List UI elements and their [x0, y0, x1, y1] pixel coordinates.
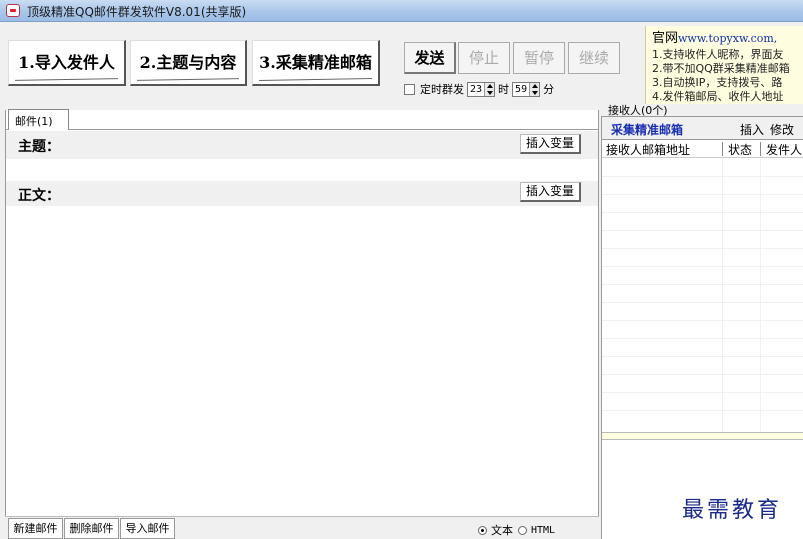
- import-sender-button[interactable]: 1.导入发件人: [8, 40, 126, 86]
- import-mail-button[interactable]: 导入邮件: [120, 518, 175, 539]
- hour-unit: 时: [498, 83, 510, 96]
- insert-variable-subject-button[interactable]: 插入变量: [520, 134, 581, 154]
- scheduled-send-checkbox[interactable]: [404, 83, 415, 95]
- info-line: 4.发件箱邮局、收件人地址: [652, 90, 784, 103]
- website-label: 官网: [652, 31, 679, 46]
- app-icon: [6, 4, 20, 17]
- radio-html[interactable]: [518, 525, 527, 535]
- spin-arrows-icon[interactable]: [529, 82, 540, 96]
- grid-row: [602, 248, 803, 249]
- recipients-table[interactable]: 接收人邮箱地址 状态 发件人: [602, 139, 803, 432]
- column-header-sender[interactable]: 发件人: [766, 141, 802, 158]
- column-header-email[interactable]: 接收人邮箱地址: [606, 141, 690, 158]
- grid-row: [602, 302, 803, 303]
- minute-stepper[interactable]: 59: [512, 81, 541, 97]
- column-divider[interactable]: [760, 142, 761, 156]
- grid-column: [760, 158, 761, 432]
- hour-stepper[interactable]: 23: [467, 81, 496, 97]
- grid-row: [602, 194, 803, 195]
- watermark-text: 最需教育: [682, 498, 783, 523]
- radio-html-label: HTML: [531, 524, 556, 536]
- grid-row: [602, 374, 803, 375]
- grid-row: [602, 230, 803, 231]
- grid-row: [602, 284, 803, 285]
- grid-row: [602, 410, 803, 411]
- table-header: 接收人邮箱地址 状态 发件人: [602, 140, 803, 158]
- body-label: 正文：: [18, 188, 60, 204]
- scheduled-send-row: 定时群发 23 时 59 分: [404, 81, 554, 97]
- status-bar: [602, 432, 803, 440]
- grid-row: [602, 356, 803, 357]
- minute-value: 59: [515, 83, 528, 95]
- collect-email-link[interactable]: 采集精准邮箱: [611, 121, 683, 138]
- resume-button[interactable]: 继续: [568, 42, 620, 74]
- grid-row: [602, 176, 803, 177]
- log-area: [602, 440, 803, 539]
- recipients-actions: 插入 修改: [740, 121, 800, 138]
- grid-row: [602, 266, 803, 267]
- subject-input[interactable]: [6, 159, 598, 181]
- grid-row: [602, 392, 803, 393]
- body-row: 正文： 插入变量: [6, 181, 598, 206]
- divider: [5, 129, 599, 130]
- send-button[interactable]: 发送: [404, 42, 456, 74]
- format-radio-group: 文本 HTML: [478, 522, 555, 538]
- recipients-title: 接收人(0个): [608, 104, 668, 117]
- delete-mail-button[interactable]: 删除邮件: [64, 518, 119, 539]
- insert-link[interactable]: 插入: [740, 123, 764, 137]
- spin-arrows-icon[interactable]: [484, 82, 495, 96]
- radio-text-label: 文本: [491, 524, 513, 537]
- subject-row: 主题： 插入变量: [6, 131, 598, 159]
- info-panel: 官网www.topyxw.com, 1.支持收件人昵称，界面友 2.带不加QQ群…: [645, 26, 803, 104]
- grid-row: [602, 338, 803, 339]
- tab-mail-1[interactable]: 邮件(1): [8, 109, 69, 130]
- scheduled-send-label: 定时群发: [420, 83, 464, 96]
- column-divider[interactable]: [722, 142, 723, 156]
- hour-value: 23: [470, 83, 483, 95]
- radio-text[interactable]: [478, 525, 487, 535]
- subject-label: 主题：: [18, 139, 60, 155]
- new-mail-button[interactable]: 新建邮件: [8, 518, 63, 539]
- subject-content-button[interactable]: 2.主题与内容: [130, 40, 247, 86]
- title-bar: 顶级精准QQ邮件群发软件V8.01(共享版): [0, 0, 803, 22]
- window-title: 顶级精准QQ邮件群发软件V8.01(共享版): [27, 5, 247, 19]
- pause-button[interactable]: 暂停: [513, 42, 565, 74]
- insert-variable-body-button[interactable]: 插入变量: [520, 182, 581, 202]
- minute-unit: 分: [543, 83, 555, 96]
- column-header-status[interactable]: 状态: [728, 141, 752, 158]
- grid-column: [722, 158, 723, 432]
- stop-button[interactable]: 停止: [458, 42, 510, 74]
- website-url[interactable]: www.topyxw.com,: [678, 32, 777, 45]
- grid-row: [602, 212, 803, 213]
- website-line: 官网www.topyxw.com,: [652, 27, 777, 46]
- edit-link[interactable]: 修改: [770, 123, 794, 137]
- collect-email-button[interactable]: 3.采集精准邮箱: [252, 40, 380, 86]
- grid-row: [602, 320, 803, 321]
